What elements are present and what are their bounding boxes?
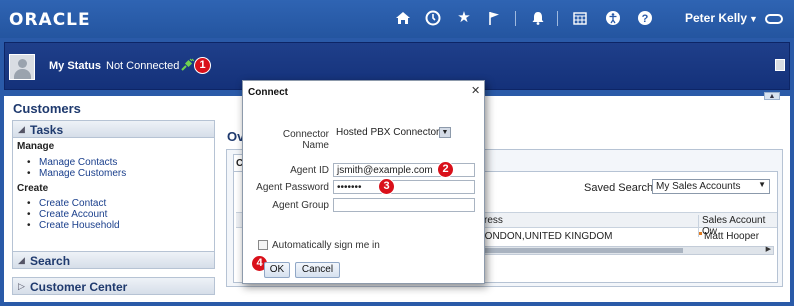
expanded-triangle-icon: ◢ [18, 255, 25, 265]
help-icon[interactable]: ? [637, 10, 653, 26]
bell-icon[interactable] [530, 10, 546, 26]
search-panel-header[interactable]: ◢ Search [12, 251, 215, 269]
tasks-label: Tasks [30, 123, 64, 137]
home-icon[interactable] [395, 10, 411, 26]
cell-owner: Matt Hooper [704, 231, 760, 242]
top-header: ORACLE ★ ? Peter Kelly ▼ [0, 0, 794, 38]
star-icon[interactable]: ★ [456, 10, 472, 26]
agent-password-input[interactable]: ••••••• [333, 180, 475, 194]
create-contact-link[interactable]: Create Contact [27, 198, 106, 209]
flag-icon[interactable] [486, 10, 502, 26]
saved-search-value: My Sales Accounts [656, 181, 741, 192]
dialog-title: Connect [248, 87, 288, 98]
connect-dialog: Connect ✕ Connector Name Hosted PBX Conn… [242, 80, 485, 284]
calendar-icon[interactable] [572, 10, 588, 26]
agent-password-label: Agent Password [256, 182, 329, 193]
create-household-link[interactable]: Create Household [27, 220, 120, 231]
saved-search-label: Saved Search [584, 182, 654, 194]
page-title: Customers [13, 101, 81, 116]
customer-center-panel-header[interactable]: ▷ Customer Center [12, 277, 215, 295]
create-group-label: Create [17, 183, 49, 194]
manage-group-label: Manage [17, 141, 55, 152]
collapse-up-icon[interactable]: ▲ [764, 92, 780, 100]
chevron-down-icon: ▼ [439, 127, 451, 138]
document-icon[interactable] [775, 59, 785, 71]
user-name: Peter Kelly [685, 11, 748, 25]
agent-group-input[interactable] [333, 198, 475, 212]
expanded-triangle-icon: ◢ [18, 124, 25, 134]
left-panel: ◢ Tasks Manage Manage Contacts Manage Cu… [12, 120, 215, 296]
toggle-icon[interactable] [765, 14, 783, 24]
auto-signin-checkbox[interactable] [258, 240, 268, 250]
accessibility-icon[interactable] [605, 10, 621, 26]
scrollbar-thumb[interactable] [483, 248, 683, 253]
chevron-down-icon: ▼ [749, 14, 758, 24]
manage-contacts-link[interactable]: Manage Contacts [27, 157, 117, 168]
plug-icon[interactable] [180, 58, 195, 72]
column-header-address[interactable]: ress [484, 215, 503, 226]
user-menu[interactable]: Peter Kelly ▼ [685, 11, 758, 25]
agent-id-label: Agent ID [290, 165, 329, 176]
status-value: Not Connected [106, 60, 180, 72]
saved-search-select[interactable]: My Sales Accounts ▼ [652, 179, 770, 194]
cancel-button[interactable]: Cancel [295, 262, 340, 278]
close-icon[interactable]: ✕ [471, 84, 480, 97]
callout-badge-1: 1 [194, 57, 211, 74]
connector-name-value: Hosted PBX Connector [336, 127, 440, 138]
tasks-panel-header[interactable]: ◢ Tasks [12, 120, 215, 138]
clock-icon[interactable] [425, 10, 441, 26]
changed-marker-icon [699, 232, 702, 235]
tasks-body: Manage Manage Contacts Manage Customers … [12, 138, 215, 254]
scroll-right-icon[interactable]: ▶ [766, 245, 771, 253]
connector-name-select[interactable]: Hosted PBX Connector ▼ [333, 126, 453, 141]
manage-customers-link[interactable]: Manage Customers [27, 168, 126, 179]
ok-button[interactable]: OK [264, 262, 290, 278]
header-separator [515, 11, 516, 26]
connector-name-label: Connector Name [282, 129, 329, 151]
cell-address: et,LONDON,UNITED KINGDOM [468, 231, 613, 242]
header-separator [557, 11, 558, 26]
chevron-down-icon: ▼ [758, 180, 766, 189]
callout-badge-3: 3 [378, 178, 395, 195]
collapsed-triangle-icon: ▷ [18, 281, 25, 291]
oracle-logo: ORACLE [9, 10, 91, 30]
search-label: Search [30, 254, 71, 268]
callout-badge-2: 2 [437, 161, 454, 178]
my-status-label: My Status [49, 60, 101, 72]
horizontal-scrollbar[interactable]: ▶ [474, 246, 774, 255]
auto-signin-label: Automatically sign me in [272, 240, 380, 251]
customer-center-label: Customer Center [30, 280, 128, 294]
avatar[interactable] [9, 54, 35, 80]
svg-text:?: ? [642, 13, 649, 25]
create-account-link[interactable]: Create Account [27, 209, 107, 220]
agent-group-label: Agent Group [272, 200, 329, 211]
